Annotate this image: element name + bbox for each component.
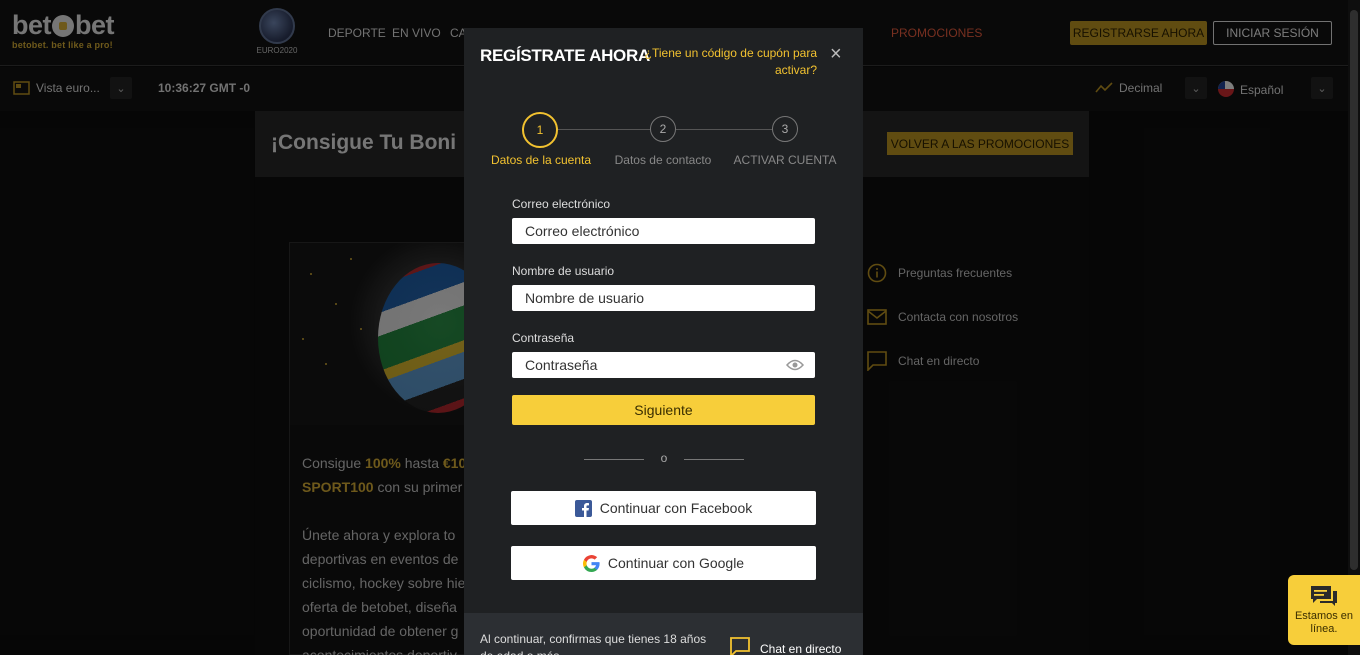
modal-title: REGÍSTRATE AHORA	[480, 46, 650, 65]
chat-online-text: Estamos en línea.	[1294, 610, 1354, 635]
chat-bubble-icon	[730, 637, 750, 655]
email-field[interactable]: Correo electrónico	[512, 218, 815, 244]
password-field[interactable]: Contraseña	[512, 352, 815, 378]
password-label: Contraseña	[512, 331, 575, 345]
facebook-login-button[interactable]: Continuar con Facebook	[511, 491, 816, 525]
step-connector	[676, 129, 772, 130]
username-label: Nombre de usuario	[512, 264, 615, 278]
live-chat-widget[interactable]: Estamos en línea.	[1288, 575, 1360, 645]
step-2-indicator: 2	[650, 116, 676, 142]
facebook-icon	[574, 499, 592, 517]
or-divider: o	[584, 451, 744, 465]
google-login-button[interactable]: Continuar con Google	[511, 546, 816, 580]
footer-live-chat-link[interactable]: Chat en directo	[730, 637, 841, 655]
email-label: Correo electrónico	[512, 197, 611, 211]
step-1-indicator: 1	[522, 112, 558, 148]
close-icon[interactable]: ×	[830, 44, 842, 64]
step-3-label: ACTIVAR CUENTA	[733, 153, 837, 167]
username-field[interactable]: Nombre de usuario	[512, 285, 815, 311]
coupon-code-link[interactable]: ¿Tiene un código de cupón para activar?	[632, 45, 817, 79]
step-2-label: Datos de contacto	[614, 153, 712, 167]
step-3-indicator: 3	[772, 116, 798, 142]
step-connector	[558, 129, 650, 130]
google-icon	[582, 554, 600, 572]
chat-messages-icon	[1288, 585, 1360, 607]
modal-footer: Al continuar, confirmas que tienes 18 añ…	[464, 613, 863, 655]
next-button[interactable]: Siguiente	[512, 395, 815, 425]
registration-modal: REGÍSTRATE AHORA ¿Tiene un código de cup…	[464, 28, 863, 655]
step-1-label: Datos de la cuenta	[490, 153, 592, 167]
age-confirmation-text: Al continuar, confirmas que tienes 18 añ…	[480, 632, 707, 655]
show-password-eye-icon[interactable]	[785, 358, 805, 374]
